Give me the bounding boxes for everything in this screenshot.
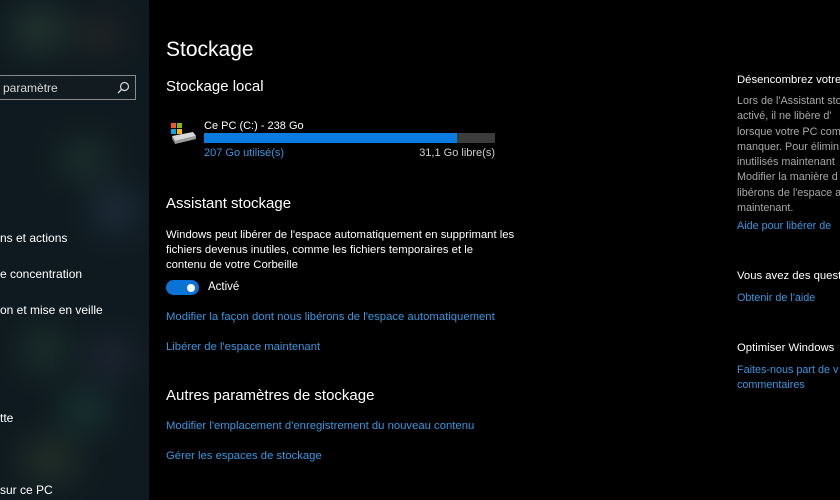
blur-shape: [95, 190, 135, 230]
related-pane: Désencombrez votre Lors de l'Assistant s…: [737, 0, 840, 500]
free-space-now-link[interactable]: Libérer de l'espace maintenant: [166, 341, 320, 353]
help-free-space-link[interactable]: Aide pour libérer de: [737, 219, 831, 234]
blur-shape: [80, 20, 120, 50]
declutter-text: Lors de l'Assistant sto activé, il ne li…: [737, 94, 840, 216]
manage-storage-spaces-link[interactable]: Gérer les espaces de stockage: [166, 450, 322, 462]
toggle-knob: [187, 283, 195, 292]
declutter-line: inutilisés maintenant: [737, 156, 835, 169]
local-storage-heading: Stockage local: [166, 78, 264, 95]
storage-sense-toggle[interactable]: [166, 280, 199, 295]
blur-shape: [20, 330, 70, 370]
declutter-line: Modifier la manière d: [737, 171, 838, 184]
feedback-link-line[interactable]: Faites-nous part de v: [737, 363, 838, 378]
settings-window: ns et actions e concentration on et mise…: [0, 0, 840, 500]
toggle-state-label: Activé: [208, 281, 240, 293]
page-title: Stockage: [166, 38, 254, 61]
change-save-location-link[interactable]: Modifier l'emplacement d'enregistrement …: [166, 420, 474, 432]
declutter-line: activé, il ne libère d': [737, 110, 832, 123]
search-box[interactable]: [0, 75, 136, 100]
main-content: Stockage Stockage local Ce PC (C:) - 238…: [149, 0, 709, 500]
search-icon[interactable]: [117, 81, 130, 94]
declutter-line: manquer. Pour élimin: [737, 140, 840, 153]
get-help-link[interactable]: Obtenir de l'aide: [737, 291, 815, 306]
nav-item-notifications[interactable]: ns et actions: [0, 231, 67, 245]
feedback-link[interactable]: Faites-nous part de v commentaires: [737, 363, 838, 393]
drive-free-text: 31,1 Go libre(s): [419, 147, 495, 159]
declutter-line: lorsque votre PC com: [737, 125, 840, 138]
drive-used-link[interactable]: 207 Go utilisé(s): [204, 147, 284, 159]
nav-item-focus-assist[interactable]: e concentration: [0, 267, 82, 281]
questions-heading: Vous avez des questi: [737, 270, 840, 282]
nav-item-power-sleep[interactable]: on et mise en veille: [0, 303, 103, 317]
other-storage-heading: Autres paramètres de stockage: [166, 387, 375, 404]
declutter-line: libérons de l'espace a: [737, 186, 840, 199]
hard-drive-icon[interactable]: [169, 122, 197, 144]
blur-shape: [60, 140, 110, 180]
blur-shape: [20, 440, 80, 480]
nav-item-projecting[interactable]: sur ce PC: [0, 483, 53, 497]
drive-usage-bar[interactable]: [204, 133, 495, 143]
drive-usage-fill: [204, 133, 458, 143]
search-input[interactable]: [3, 78, 113, 97]
declutter-line: maintenant.: [737, 202, 794, 215]
nav-item-battery[interactable]: tte: [0, 411, 13, 425]
blur-shape: [60, 390, 110, 430]
storage-sense-description: Windows peut libérer de l'espace automat…: [166, 229, 515, 271]
sidebar: ns et actions e concentration on et mise…: [0, 0, 149, 500]
feedback-link-line[interactable]: commentaires: [737, 378, 838, 393]
blur-shape: [10, 10, 70, 50]
change-free-space-link[interactable]: Modifier la façon dont nous libérons de …: [166, 311, 495, 323]
storage-sense-heading: Assistant stockage: [166, 195, 292, 212]
drive-name[interactable]: Ce PC (C:) - 238 Go: [204, 120, 304, 132]
declutter-heading: Désencombrez votre: [737, 74, 840, 86]
improve-windows-heading: Optimiser Windows: [737, 342, 835, 354]
blur-shape: [90, 340, 130, 375]
declutter-line: Lors de l'Assistant sto: [737, 95, 840, 107]
